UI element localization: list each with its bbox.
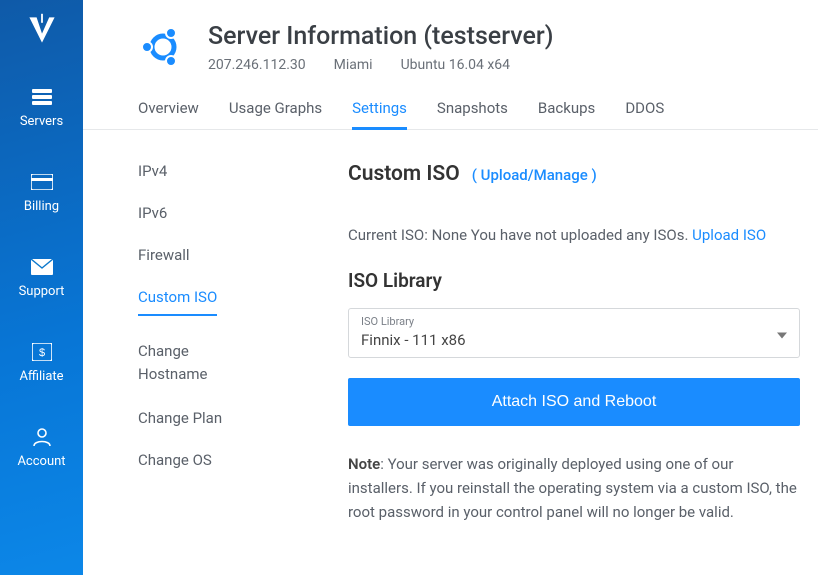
- iso-library-heading: ISO Library: [348, 269, 800, 292]
- nav-item-account[interactable]: Account: [0, 412, 83, 483]
- nav-label: Servers: [20, 114, 63, 129]
- tab-bar: Overview Usage Graphs Settings Snapshots…: [83, 73, 818, 130]
- tab-overview[interactable]: Overview: [138, 99, 199, 129]
- tab-snapshots[interactable]: Snapshots: [437, 99, 508, 129]
- current-iso-text: Current ISO: None You have not uploaded …: [348, 226, 692, 244]
- chevron-down-icon: [777, 323, 787, 342]
- mail-icon: [31, 256, 53, 278]
- tab-ddos[interactable]: DDOS: [625, 99, 664, 129]
- nav-item-support[interactable]: Support: [0, 242, 83, 313]
- nav-item-billing[interactable]: Billing: [0, 157, 83, 228]
- nav-item-servers[interactable]: Servers: [0, 72, 83, 143]
- settings-item-change-hostname[interactable]: Change Hostname: [138, 340, 238, 385]
- tab-settings[interactable]: Settings: [352, 99, 407, 129]
- settings-item-change-plan[interactable]: Change Plan: [138, 409, 318, 427]
- nav-label: Affiliate: [19, 369, 63, 384]
- server-os: Ubuntu 16.04 x64: [401, 57, 510, 73]
- settings-item-ipv4[interactable]: IPv4: [138, 162, 318, 180]
- current-iso-status: Current ISO: None You have not uploaded …: [348, 224, 800, 247]
- nav-label: Account: [17, 454, 65, 469]
- settings-item-custom-iso[interactable]: Custom ISO: [138, 288, 217, 316]
- nav-sidebar: Servers Billing Support $ Affiliate Acco…: [0, 0, 83, 575]
- settings-content: IPv4 IPv6 Firewall Custom ISO Change Hos…: [83, 130, 818, 524]
- svg-text:$: $: [38, 347, 44, 359]
- credit-card-icon: [31, 171, 53, 193]
- note-label: Note: [348, 455, 380, 473]
- custom-iso-panel: Custom ISO ( Upload/Manage ) Current ISO…: [318, 162, 800, 524]
- attach-iso-reboot-button[interactable]: Attach ISO and Reboot: [348, 378, 800, 426]
- note-body: : Your server was originally deployed us…: [348, 455, 797, 521]
- main-content: Server Information (testserver) 207.246.…: [83, 0, 818, 575]
- settings-item-ipv6[interactable]: IPv6: [138, 204, 318, 222]
- brand-logo[interactable]: [22, 10, 62, 50]
- panel-heading: Custom ISO: [348, 162, 460, 186]
- settings-item-change-os[interactable]: Change OS: [138, 451, 318, 469]
- header: Server Information (testserver) 207.246.…: [83, 22, 818, 73]
- upload-manage-link[interactable]: ( Upload/Manage ): [472, 166, 597, 184]
- server-location: Miami: [334, 57, 373, 73]
- nav-item-affiliate[interactable]: $ Affiliate: [0, 327, 83, 398]
- select-label: ISO Library: [361, 315, 787, 328]
- servers-icon: [31, 86, 53, 108]
- nav-label: Support: [19, 284, 65, 299]
- select-value: Finnix - 111 x86: [361, 331, 466, 349]
- server-ip: 207.246.112.30: [208, 57, 306, 73]
- note-text: Note: Your server was originally deploye…: [348, 452, 800, 524]
- settings-item-firewall[interactable]: Firewall: [138, 246, 318, 264]
- page-title: Server Information (testserver): [208, 22, 818, 51]
- upload-iso-link[interactable]: Upload ISO: [692, 226, 766, 244]
- tab-usage-graphs[interactable]: Usage Graphs: [229, 99, 322, 129]
- dollar-icon: $: [31, 341, 53, 363]
- iso-library-select[interactable]: ISO Library Finnix - 111 x86: [348, 308, 800, 358]
- nav-label: Billing: [24, 199, 59, 214]
- tab-backups[interactable]: Backups: [538, 99, 595, 129]
- person-icon: [31, 426, 53, 448]
- settings-subnav: IPv4 IPv6 Firewall Custom ISO Change Hos…: [138, 162, 318, 524]
- ubuntu-icon: [138, 22, 188, 72]
